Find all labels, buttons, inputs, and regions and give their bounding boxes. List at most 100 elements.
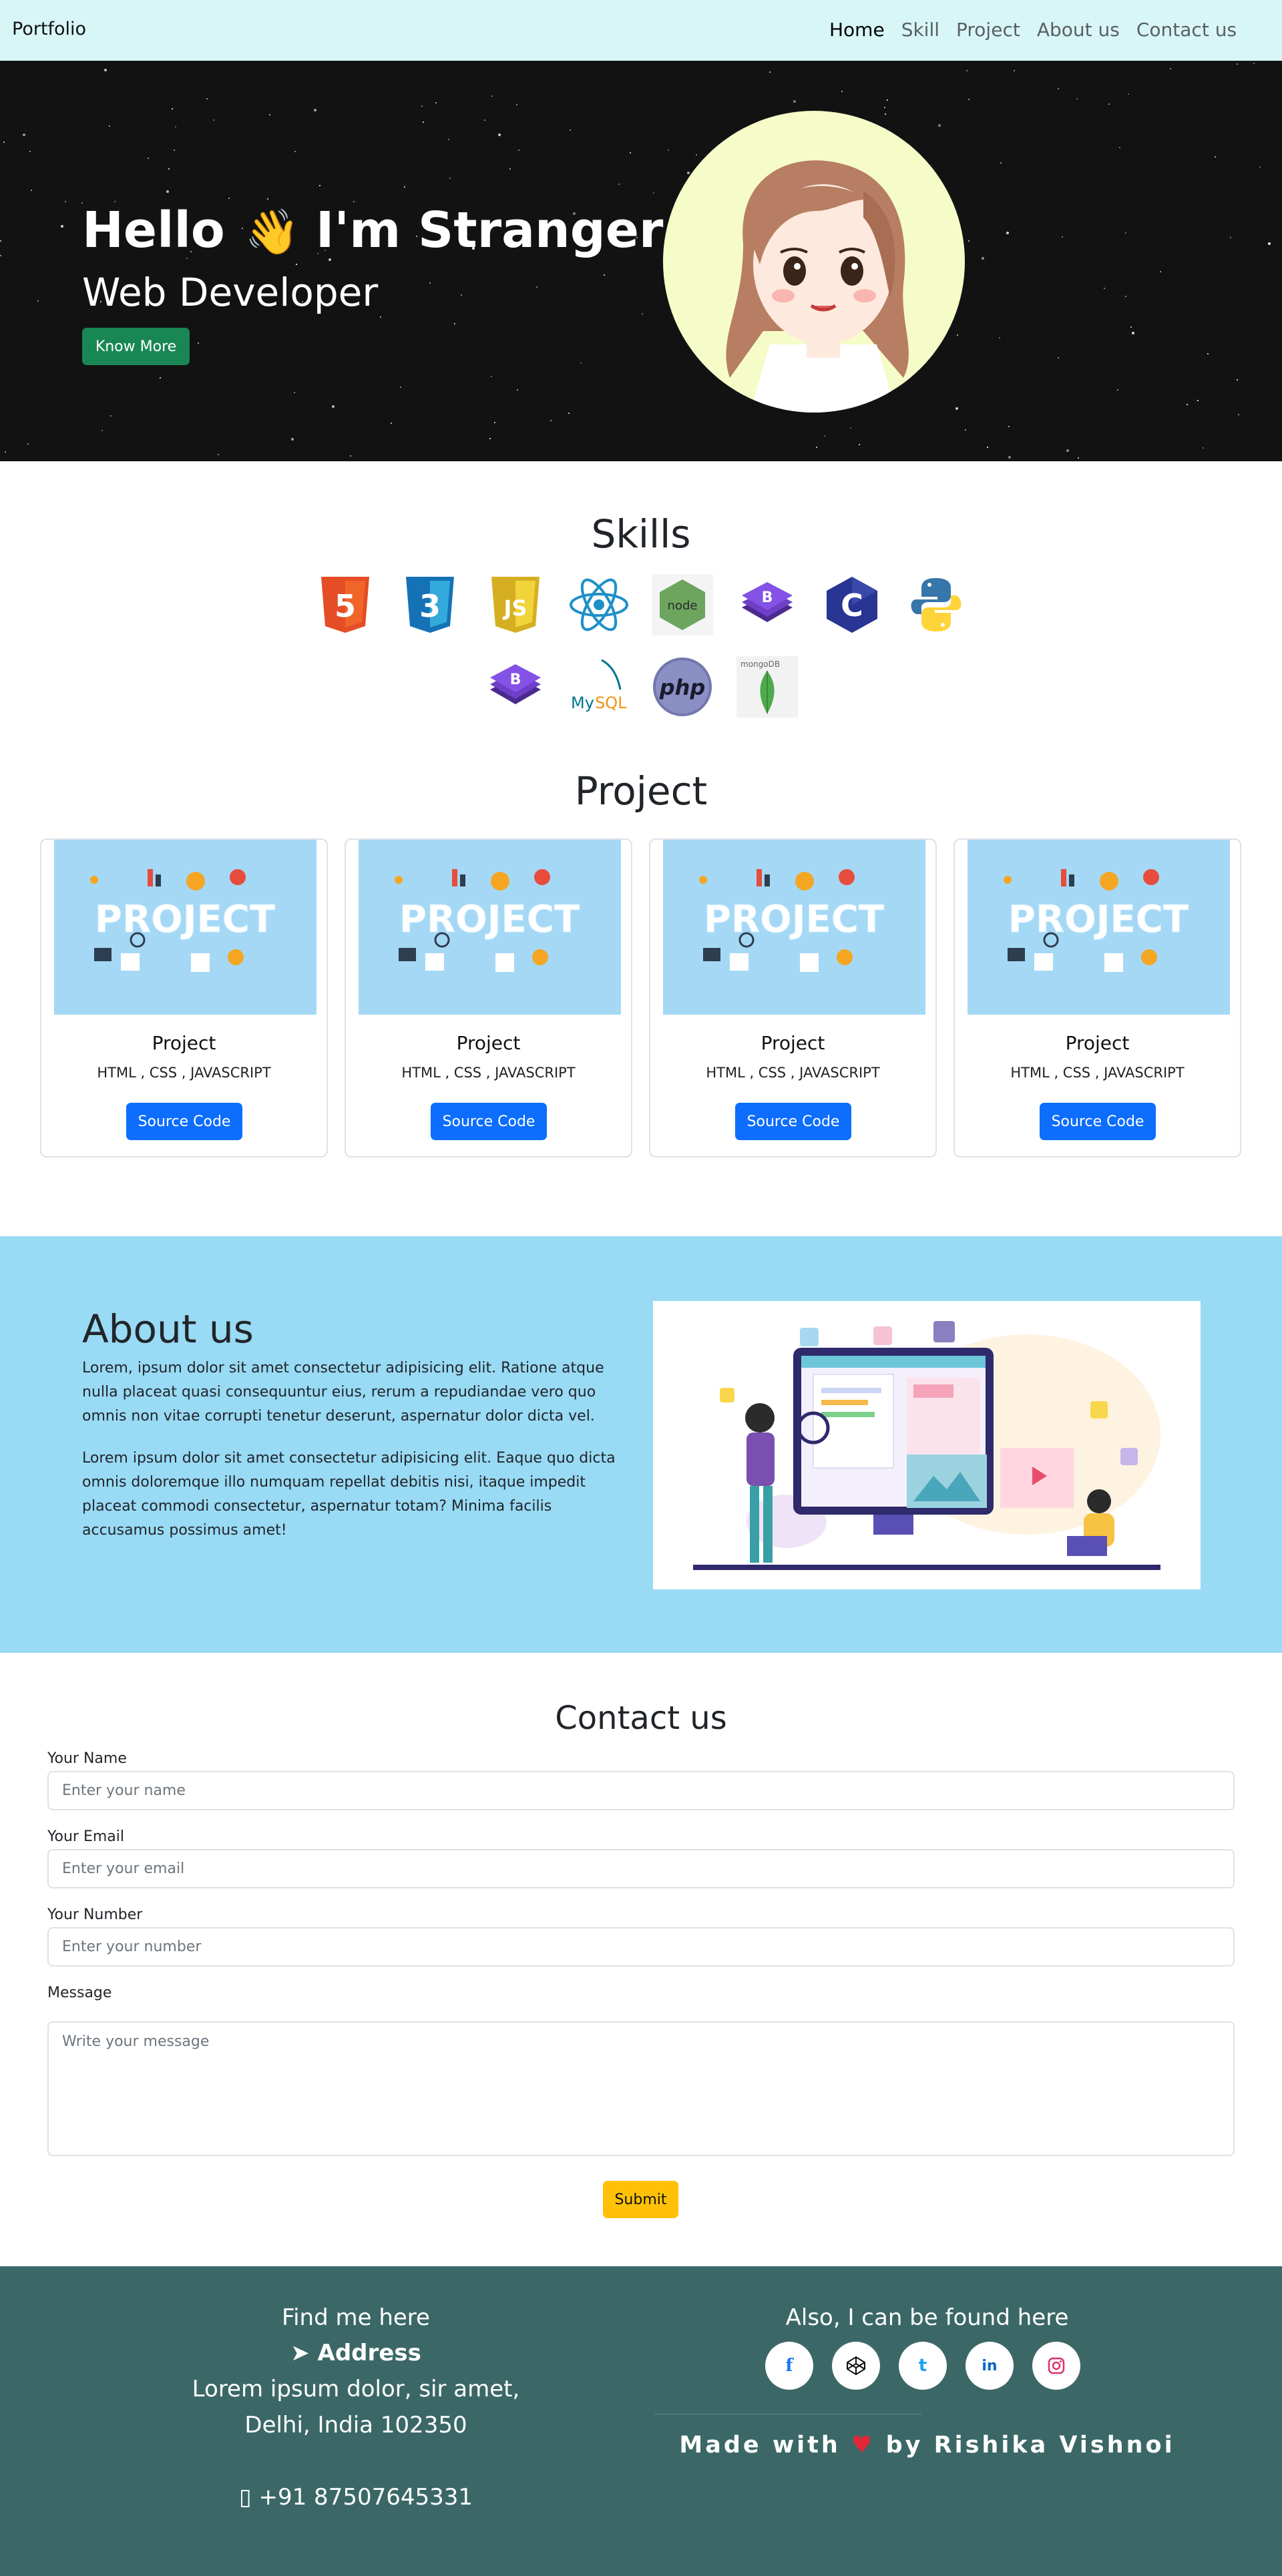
star [841, 91, 843, 92]
star [400, 387, 401, 388]
project-card: PROJECT Project HTML , CSS , JAVASCRIPT … [649, 838, 937, 1157]
svg-text:mongoDB: mongoDB [740, 660, 780, 669]
star [296, 264, 297, 265]
know-more-button[interactable]: Know More [82, 328, 190, 365]
star [816, 447, 817, 448]
star [1006, 232, 1009, 234]
star [1014, 70, 1015, 71]
star [968, 99, 970, 100]
submit-button[interactable]: Submit [603, 2181, 678, 2218]
php-icon: php [652, 656, 713, 718]
star [109, 125, 110, 127]
project-tech: HTML , CSS , JAVASCRIPT [97, 1065, 271, 1081]
footer-social: Also, I can be found here [641, 2304, 1213, 2331]
source-code-button[interactable]: Source Code [735, 1103, 851, 1140]
star [449, 178, 451, 179]
codepen-icon[interactable] [832, 2342, 880, 2390]
about-illustration [653, 1301, 1201, 1589]
star [1197, 400, 1199, 401]
source-code-button[interactable]: Source Code [431, 1103, 547, 1140]
twitter-icon[interactable]: t [899, 2342, 947, 2390]
facebook-icon[interactable]: f [765, 2342, 813, 2390]
star [29, 151, 31, 152]
star [1066, 449, 1069, 452]
star [498, 134, 501, 136]
star [517, 389, 518, 391]
name-label: Your Name [47, 1750, 127, 1767]
star [1230, 237, 1231, 238]
number-input[interactable]: Enter your number [47, 1927, 1235, 1967]
star [1170, 68, 1171, 69]
star [604, 274, 605, 276]
star [884, 107, 885, 108]
name-input[interactable]: Enter your name [47, 1771, 1235, 1810]
mobile-phone-icon: ▯ [238, 2484, 252, 2511]
star [696, 154, 697, 156]
star [1128, 93, 1129, 95]
social-links: f t in [765, 2342, 1080, 2390]
star [350, 455, 351, 457]
star [1237, 63, 1238, 65]
bootstrap-icon: B [736, 574, 798, 635]
star [291, 438, 294, 441]
star [148, 158, 149, 159]
address-label: Address [317, 2340, 421, 2366]
star [1160, 271, 1161, 272]
star [938, 124, 941, 127]
nav-link-about[interactable]: About us [1037, 19, 1120, 41]
star [319, 185, 320, 186]
python-icon: Py [905, 574, 967, 635]
instagram-icon[interactable] [1032, 2342, 1080, 2390]
star [1237, 379, 1238, 380]
star [491, 95, 493, 97]
star [1008, 426, 1010, 427]
nav-link-project[interactable]: Project [956, 19, 1020, 41]
address-heading: ➤ Address [0, 2335, 712, 2371]
heart-icon: ♥ [851, 2432, 875, 2459]
message-textarea[interactable]: Write your message [47, 2021, 1235, 2156]
star [454, 323, 455, 324]
nav-link-skill[interactable]: Skill [901, 19, 939, 41]
star [391, 423, 392, 424]
email-input[interactable]: Enter your email [47, 1849, 1235, 1888]
star [1187, 404, 1188, 405]
star [859, 444, 860, 445]
project-image: PROJECT [968, 840, 1230, 1015]
svg-text:B: B [762, 589, 773, 606]
star [1259, 166, 1261, 168]
star [1132, 332, 1134, 334]
star [404, 186, 405, 188]
star [110, 415, 112, 417]
source-code-button[interactable]: Source Code [1040, 1103, 1156, 1140]
svg-text:3: 3 [419, 588, 441, 624]
star [294, 392, 295, 393]
project-card: PROJECT Project HTML , CSS , JAVASCRIPT … [345, 838, 632, 1157]
star [101, 430, 103, 431]
nav-links: Home Skill Project About us Contact us [829, 19, 1237, 41]
star [687, 172, 690, 174]
star [1062, 236, 1063, 238]
source-code-button[interactable]: Source Code [126, 1103, 242, 1140]
c-language-icon: C [821, 574, 883, 635]
nav-link-home[interactable]: Home [829, 19, 885, 41]
location-arrow-icon: ➤ [290, 2340, 310, 2366]
star [580, 362, 582, 364]
hero-name: I'm Stranger [315, 202, 664, 259]
nav-link-contact[interactable]: Contact us [1136, 19, 1237, 41]
address-line: Delhi, India 102350 [244, 2412, 467, 2438]
star [160, 377, 161, 378]
star [448, 139, 449, 140]
star [0, 240, 1, 242]
star [294, 151, 296, 152]
react-icon [568, 574, 630, 635]
brand-logo[interactable]: Portfolio [12, 19, 86, 39]
javascript-icon: JS [485, 574, 546, 635]
star [653, 192, 654, 194]
star [630, 152, 631, 154]
star [267, 198, 268, 200]
star [168, 168, 170, 170]
star [31, 190, 32, 191]
mongodb-icon: mongoDB [736, 656, 798, 718]
star [380, 316, 381, 318]
linkedin-icon[interactable]: in [966, 2342, 1014, 2390]
